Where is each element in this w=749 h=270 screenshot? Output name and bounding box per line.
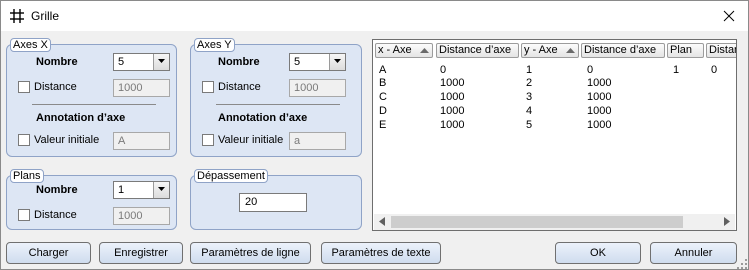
axes-y-annotation-label: Annotation d’axe [218,112,308,124]
depassement-legend: Dépassement [194,169,268,183]
plans-distance-field[interactable]: 1000 [113,207,170,225]
ok-button[interactable]: OK [555,242,641,264]
axes-y-valeur-checkbox[interactable] [202,134,214,146]
column-header[interactable]: Distance d’axe [581,43,665,58]
axes-x-group: Axes X Nombre 5 Distance 1000 Annotation… [6,38,177,157]
depassement-input[interactable]: 20 [239,193,307,212]
axes-y-group: Axes Y Nombre 5 Distance 1000 Annotation… [190,38,362,157]
chevron-down-icon[interactable] [153,182,169,198]
axes-x-nombre-label: Nombre [36,56,78,68]
column-header[interactable]: Plan [667,43,704,58]
plans-distance-label: Distance [34,209,77,221]
table-cell[interactable]: 3 [526,91,532,103]
axes-y-legend: Axes Y [194,38,235,52]
axes-x-valeur-field[interactable]: A [113,132,170,150]
sort-ascending-icon [420,48,429,53]
table-cell[interactable]: D [379,105,387,117]
window-title: Grille [31,9,60,23]
table-cell[interactable]: 2 [526,77,532,89]
column-header[interactable]: Distan [706,43,736,58]
axes-x-valeur-checkbox[interactable] [18,134,30,146]
parametres-texte-button[interactable]: Paramètres de texte [321,242,441,264]
plans-distance-checkbox[interactable] [18,209,30,221]
column-header[interactable]: x - Axe [375,43,433,58]
table-cell[interactable]: 1000 [440,91,464,103]
axes-y-valeur-label: Valeur initiale [218,134,284,146]
table-cell[interactable]: 1000 [587,91,611,103]
charger-button[interactable]: Charger [6,242,91,264]
column-header[interactable]: Distance d’axe [436,43,519,58]
chevron-down-icon[interactable] [153,54,169,70]
axes-x-valeur-label: Valeur initiale [34,134,100,146]
axes-x-legend: Axes X [10,38,51,52]
plans-nombre-value: 1 [118,184,125,196]
axes-y-distance-label: Distance [218,81,261,93]
column-header[interactable]: y - Axe [521,43,579,58]
axes-y-nombre-value: 5 [294,56,301,68]
plans-nombre-label: Nombre [36,184,78,196]
table-cell[interactable]: 1000 [440,77,464,89]
grille-dialog: Grille Axes X Nombre 5 Distance 1000 Ann… [0,0,749,270]
axes-y-distance-checkbox[interactable] [202,81,214,93]
table-cell[interactable]: 1000 [440,105,464,117]
axes-y-distance-field[interactable]: 1000 [289,79,346,97]
table-cell[interactable]: C [379,91,387,103]
sort-ascending-icon [566,48,575,53]
plans-nombre-select[interactable]: 1 [113,181,170,199]
axes-x-distance-field[interactable]: 1000 [113,79,170,97]
table-cell[interactable]: 1 [526,64,532,76]
table-cell[interactable]: 4 [526,105,532,117]
table-cell[interactable]: 0 [711,64,717,76]
table-cell[interactable]: E [379,119,386,131]
chevron-down-icon[interactable] [329,54,345,70]
axes-x-distance-label: Distance [34,81,77,93]
parametres-ligne-button[interactable]: Paramètres de ligne [190,242,311,264]
scrollbar-thumb[interactable] [391,216,683,228]
table-cell[interactable]: 0 [440,64,446,76]
axes-y-nombre-select[interactable]: 5 [289,53,346,71]
resize-grip-icon[interactable] [737,259,747,269]
table-cell[interactable]: 1000 [587,77,611,89]
divider [32,104,156,105]
table-cell[interactable]: 5 [526,119,532,131]
plans-legend: Plans [10,169,44,183]
plans-group: Plans Nombre 1 Distance 1000 [6,169,177,230]
table-cell[interactable]: A [379,64,386,76]
table-cell[interactable]: 1000 [587,105,611,117]
close-icon[interactable] [718,5,740,27]
table-cell[interactable]: 1000 [587,119,611,131]
axes-y-nombre-label: Nombre [218,56,260,68]
axes-table[interactable]: x - Axe Distance d’axe y - Axe Distance … [372,39,737,231]
divider [216,104,340,105]
table-cell[interactable]: 0 [587,64,593,76]
table-cell[interactable]: B [379,77,386,89]
axes-x-annotation-label: Annotation d’axe [36,112,126,124]
axes-x-nombre-value: 5 [118,56,125,68]
axes-x-nombre-select[interactable]: 5 [113,53,170,71]
table-cell[interactable]: 1000 [440,119,464,131]
horizontal-scrollbar[interactable] [374,214,735,230]
depassement-group: Dépassement 20 [190,169,362,230]
title-bar: Grille [1,1,748,31]
axes-y-valeur-field[interactable]: a [289,132,346,150]
table-cell[interactable]: 1 [673,64,679,76]
annuler-button[interactable]: Annuler [650,242,737,264]
grid-icon [10,9,24,23]
scroll-left-icon[interactable] [379,217,385,226]
scroll-right-icon[interactable] [724,217,730,226]
axes-x-distance-checkbox[interactable] [18,81,30,93]
enregistrer-button[interactable]: Enregistrer [99,242,183,264]
